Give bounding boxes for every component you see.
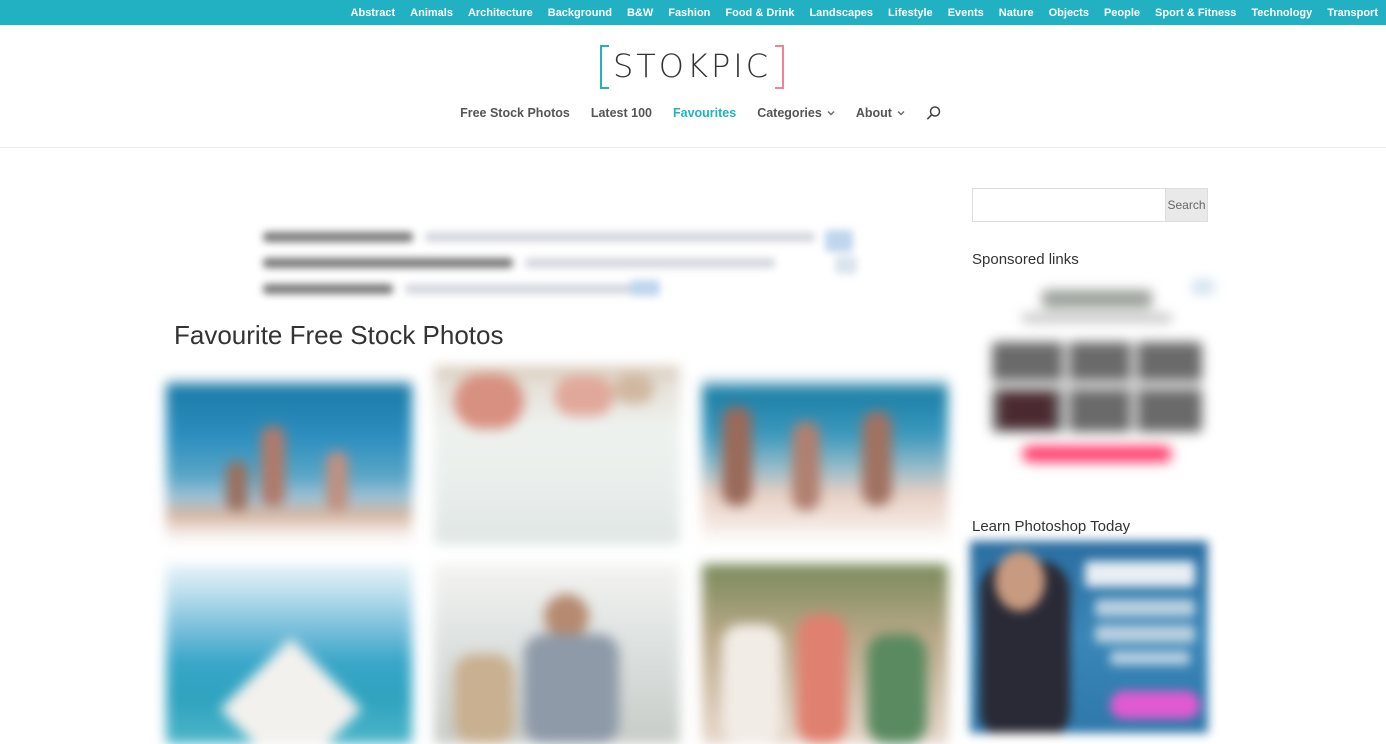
ad-line	[263, 258, 513, 268]
category-technology[interactable]: Technology	[1251, 7, 1312, 19]
category-abstract[interactable]: Abstract	[351, 7, 396, 19]
nav-favourites[interactable]: Favourites	[673, 106, 736, 120]
main-nav: Free Stock Photos Latest 100 Favourites …	[0, 105, 1386, 121]
sidebar-search-button[interactable]: Search	[1165, 188, 1208, 222]
photoshop-ad[interactable]	[970, 541, 1208, 733]
category-background[interactable]: Background	[548, 7, 612, 19]
ad-line	[425, 232, 815, 242]
ad-arrow-icon	[835, 256, 857, 274]
site-header: STOKPIC Free Stock Photos Latest 100 Fav…	[0, 25, 1386, 148]
search-icon	[926, 106, 941, 120]
category-links: Abstract Animals Architecture Background…	[351, 0, 1378, 25]
category-fashion[interactable]: Fashion	[668, 7, 710, 19]
ad-info-icon	[825, 230, 853, 252]
nav-label: Categories	[757, 106, 822, 120]
nav-label: Favourites	[672, 106, 737, 120]
sponsored-ad[interactable]	[982, 280, 1214, 480]
photo-thumbnail[interactable]	[434, 366, 680, 544]
logo-bracket-right	[775, 45, 784, 89]
photo-thumbnail[interactable]	[702, 564, 948, 744]
nav-free-stock-photos[interactable]: Free Stock Photos	[460, 106, 570, 120]
ad-line	[263, 232, 413, 242]
nav-categories[interactable]: Categories	[757, 106, 835, 120]
category-animals[interactable]: Animals	[410, 7, 453, 19]
ad-line	[405, 284, 635, 294]
category-bar: Abstract Animals Architecture Background…	[0, 0, 1386, 25]
ad-line	[525, 258, 775, 268]
category-landscapes[interactable]: Landscapes	[809, 7, 873, 19]
page-title: Favourite Free Stock Photos	[174, 320, 504, 350]
category-transport[interactable]: Transport	[1327, 7, 1378, 19]
nav-label: Latest 100	[590, 106, 652, 120]
sponsored-links-heading: Sponsored links	[972, 251, 1079, 268]
chevron-down-icon	[897, 111, 905, 116]
site-logo[interactable]: STOKPIC	[600, 45, 784, 89]
nav-label: About	[855, 106, 892, 120]
sidebar-search-input[interactable]	[972, 188, 1165, 222]
category-lifestyle[interactable]: Lifestyle	[888, 7, 933, 19]
photo-thumbnail[interactable]	[702, 366, 948, 544]
nav-about[interactable]: About	[856, 106, 905, 120]
logo-text: STOKPIC	[612, 47, 772, 85]
category-nature[interactable]: Nature	[999, 7, 1034, 19]
photo-thumbnail[interactable]	[434, 564, 680, 744]
category-objects[interactable]: Objects	[1049, 7, 1089, 19]
nav-label: Free Stock Photos	[460, 106, 570, 120]
category-bw[interactable]: B&W	[627, 7, 653, 19]
category-architecture[interactable]: Architecture	[468, 7, 533, 19]
ad-banner[interactable]	[255, 222, 867, 304]
nav-latest-100[interactable]: Latest 100	[591, 106, 652, 120]
chevron-down-icon	[827, 111, 835, 116]
ad-badge	[630, 280, 660, 296]
sidebar-search: Search	[972, 188, 1208, 222]
ad-line	[263, 284, 393, 294]
photo-thumbnail[interactable]	[166, 564, 412, 744]
nav-search-button[interactable]	[926, 105, 942, 121]
category-people[interactable]: People	[1104, 7, 1140, 19]
learn-photoshop-heading: Learn Photoshop Today	[972, 518, 1131, 535]
category-sport-fitness[interactable]: Sport & Fitness	[1155, 7, 1236, 19]
photo-thumbnail[interactable]	[166, 366, 412, 544]
category-events[interactable]: Events	[948, 7, 984, 19]
category-food-drink[interactable]: Food & Drink	[725, 7, 794, 19]
